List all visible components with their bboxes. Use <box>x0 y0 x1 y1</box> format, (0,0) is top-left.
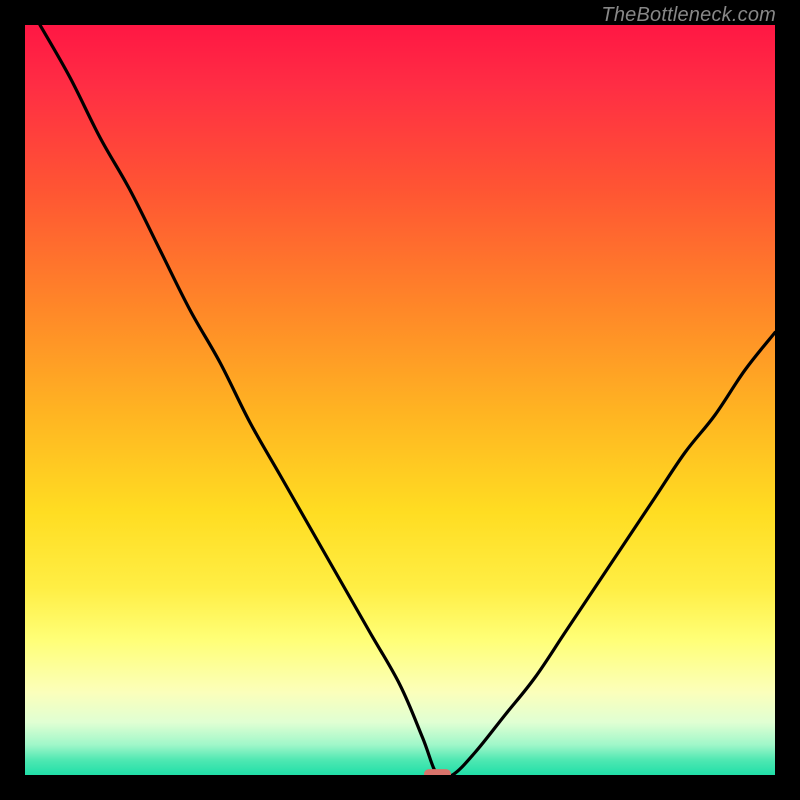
curve-layer <box>25 25 775 775</box>
plot-area <box>25 25 775 775</box>
chart-container: TheBottleneck.com <box>0 0 800 800</box>
bottleneck-curve <box>40 25 775 775</box>
optimal-marker <box>424 769 451 775</box>
watermark-text: TheBottleneck.com <box>601 4 776 27</box>
